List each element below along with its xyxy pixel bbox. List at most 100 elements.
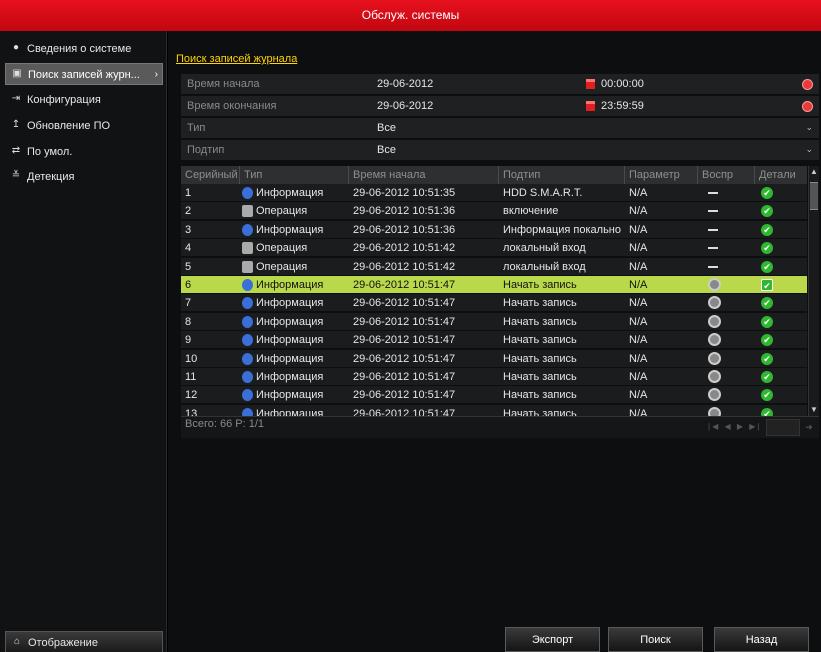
chevron-down-icon[interactable]: ⌄ bbox=[805, 122, 813, 133]
cell-start-time: 29-06-2012 10:51:36 bbox=[353, 223, 456, 236]
pager-icons[interactable]: |◀ ◀ ▶ ▶| bbox=[708, 422, 761, 431]
playback-icon[interactable] bbox=[708, 296, 721, 310]
subtype-row: Подтип Все ⌄ bbox=[181, 140, 819, 161]
detection-icon: ≚ bbox=[11, 170, 21, 181]
end-time-row: Время окончания 29-06-2012 23:59:59 bbox=[181, 96, 819, 117]
table-scrollbar[interactable]: ▲ ▼ bbox=[808, 166, 819, 416]
info-icon bbox=[242, 389, 253, 402]
cell-subtype: включение bbox=[503, 205, 559, 218]
table-row[interactable]: 9 Информация 29-06-2012 10:51:47 Начать зап… bbox=[181, 331, 807, 350]
details-icon[interactable]: ✔ bbox=[761, 297, 773, 310]
table-row[interactable]: 12 Информация 29-06-2012 10:51:47 Начать за… bbox=[181, 386, 807, 405]
home-icon: ⌂ bbox=[13, 636, 21, 647]
info-icon bbox=[242, 352, 253, 365]
details-icon[interactable]: ✔ bbox=[761, 242, 773, 255]
table-row[interactable]: 5 Операция 29-06-2012 10:51:42 локальный вх… bbox=[181, 257, 807, 276]
sidebar-item-detection[interactable]: ≚ Детекция bbox=[5, 166, 163, 188]
scroll-thumb[interactable] bbox=[810, 182, 818, 210]
start-time-field[interactable]: 00:00:00 bbox=[601, 74, 644, 95]
subtype-select[interactable]: Все bbox=[377, 140, 396, 161]
back-button[interactable]: Назад bbox=[714, 627, 809, 652]
playback-icon[interactable] bbox=[708, 388, 721, 402]
calendar-icon[interactable] bbox=[586, 101, 595, 111]
live-view-label: Отображение bbox=[28, 637, 98, 649]
cell-subtype: Начать запись bbox=[503, 334, 577, 347]
details-icon[interactable]: ✔ bbox=[761, 371, 773, 383]
cell-serial: 11 bbox=[185, 371, 197, 383]
table-row[interactable]: 1 Информация 29-06-2012 10:51:35 HDD S.M.A.… bbox=[181, 184, 807, 202]
col-details: Детали bbox=[759, 169, 796, 181]
clock-icon[interactable] bbox=[802, 79, 813, 90]
sidebar-item-default[interactable]: ⇄ По умол. bbox=[5, 141, 163, 163]
cell-start-time: 29-06-2012 10:51:47 bbox=[353, 352, 456, 365]
cell-type: Операция bbox=[256, 242, 308, 255]
chevron-down-icon[interactable]: ⌄ bbox=[805, 144, 813, 155]
details-icon[interactable]: ✔ bbox=[761, 260, 773, 273]
cell-serial: 8 bbox=[185, 315, 192, 328]
sidebar-item-system-info[interactable]: ● Сведения о системе bbox=[5, 38, 163, 60]
operation-icon bbox=[242, 260, 253, 273]
sidebar-item-label: Поиск записей журн... bbox=[28, 69, 140, 81]
table-row[interactable]: 10 Информация 29-06-2012 10:51:47 Начать за… bbox=[181, 349, 807, 368]
table-row[interactable]: 2 Операция 29-06-2012 10:51:36 включение N/A… bbox=[181, 202, 807, 221]
details-icon[interactable]: ✔ bbox=[761, 187, 773, 199]
scroll-up-icon[interactable]: ▲ bbox=[809, 166, 819, 178]
cell-start-time: 29-06-2012 10:51:47 bbox=[353, 389, 456, 402]
cell-parameter: N/A bbox=[629, 279, 648, 291]
details-icon[interactable]: ✔ bbox=[761, 389, 773, 402]
playback-icon[interactable] bbox=[708, 333, 721, 347]
details-icon[interactable]: ✔ bbox=[761, 205, 773, 218]
end-time-field[interactable]: 23:59:59 bbox=[601, 96, 644, 117]
clock-icon[interactable] bbox=[802, 101, 813, 112]
type-select[interactable]: Все bbox=[377, 118, 396, 139]
live-view-button[interactable]: ⌂ Отображение bbox=[5, 631, 163, 652]
sidebar-item-log-search[interactable]: ▣ Поиск записей журн... › bbox=[5, 63, 163, 85]
cell-type: Операция bbox=[256, 205, 308, 218]
start-date-field[interactable]: 29-06-2012 bbox=[377, 74, 433, 95]
details-icon[interactable]: ✔ bbox=[761, 334, 773, 347]
cell-start-time: 29-06-2012 10:51:36 bbox=[353, 205, 456, 218]
details-icon[interactable]: ✔ bbox=[761, 223, 773, 236]
end-time-label: Время окончания bbox=[187, 100, 277, 112]
sidebar-item-upgrade[interactable]: ↥ Обновление ПО bbox=[5, 115, 163, 137]
calendar-icon[interactable] bbox=[586, 79, 595, 89]
table-row[interactable]: 4 Операция 29-06-2012 10:51:42 локальный вх… bbox=[181, 239, 807, 258]
table-footer: Всего: 66 P: 1/1 |◀ ◀ ▶ ▶| ➜ bbox=[181, 416, 819, 438]
cell-type: Информация bbox=[256, 223, 324, 236]
table-row[interactable]: 3 Информация 29-06-2012 10:51:36 Информация… bbox=[181, 220, 807, 239]
cell-start-time: 29-06-2012 10:51:47 bbox=[353, 279, 456, 291]
details-icon[interactable]: ✔ bbox=[761, 279, 773, 291]
details-icon[interactable]: ✔ bbox=[761, 352, 773, 365]
cell-serial: 3 bbox=[185, 223, 192, 236]
col-subtype: Подтип bbox=[499, 166, 625, 184]
details-icon[interactable]: ✔ bbox=[761, 315, 773, 328]
page-number-input[interactable] bbox=[766, 419, 800, 436]
cell-subtype: локальный вход bbox=[503, 260, 586, 273]
end-date-field[interactable]: 29-06-2012 bbox=[377, 96, 433, 117]
playback-icon[interactable] bbox=[708, 370, 721, 383]
chevron-right-icon: › bbox=[154, 69, 158, 80]
upgrade-icon: ↥ bbox=[11, 119, 21, 130]
playback-icon[interactable] bbox=[708, 351, 721, 365]
operation-icon bbox=[242, 242, 253, 255]
cell-serial: 2 bbox=[185, 205, 192, 218]
sidebar-item-configuration[interactable]: ⇥ Конфигурация bbox=[5, 89, 163, 111]
start-time-row: Время начала 29-06-2012 00:00:00 bbox=[181, 74, 819, 95]
info-icon bbox=[242, 371, 253, 383]
table-row[interactable]: 8 Информация 29-06-2012 10:51:47 Начать зап… bbox=[181, 312, 807, 331]
export-button[interactable]: Экспорт bbox=[505, 627, 600, 652]
cell-type: Операция bbox=[256, 260, 308, 273]
cell-serial: 7 bbox=[185, 297, 192, 310]
search-button[interactable]: Поиск bbox=[608, 627, 703, 652]
cell-subtype: Начать запись bbox=[503, 352, 577, 365]
cell-type: Информация bbox=[256, 389, 324, 402]
cell-type: Информация bbox=[256, 187, 324, 199]
table-row[interactable]: 6 Информация 29-06-2012 10:51:47 Начать зап… bbox=[181, 276, 807, 294]
table-row[interactable]: 11 Информация 29-06-2012 10:51:47 Начать за… bbox=[181, 368, 807, 386]
go-page-icon[interactable]: ➜ bbox=[800, 419, 818, 436]
playback-icon[interactable] bbox=[708, 314, 721, 328]
cell-start-time: 29-06-2012 10:51:35 bbox=[353, 187, 456, 199]
playback-icon[interactable] bbox=[708, 278, 721, 291]
scroll-down-icon[interactable]: ▼ bbox=[809, 404, 819, 416]
table-row[interactable]: 7 Информация 29-06-2012 10:51:47 Начать зап… bbox=[181, 294, 807, 313]
